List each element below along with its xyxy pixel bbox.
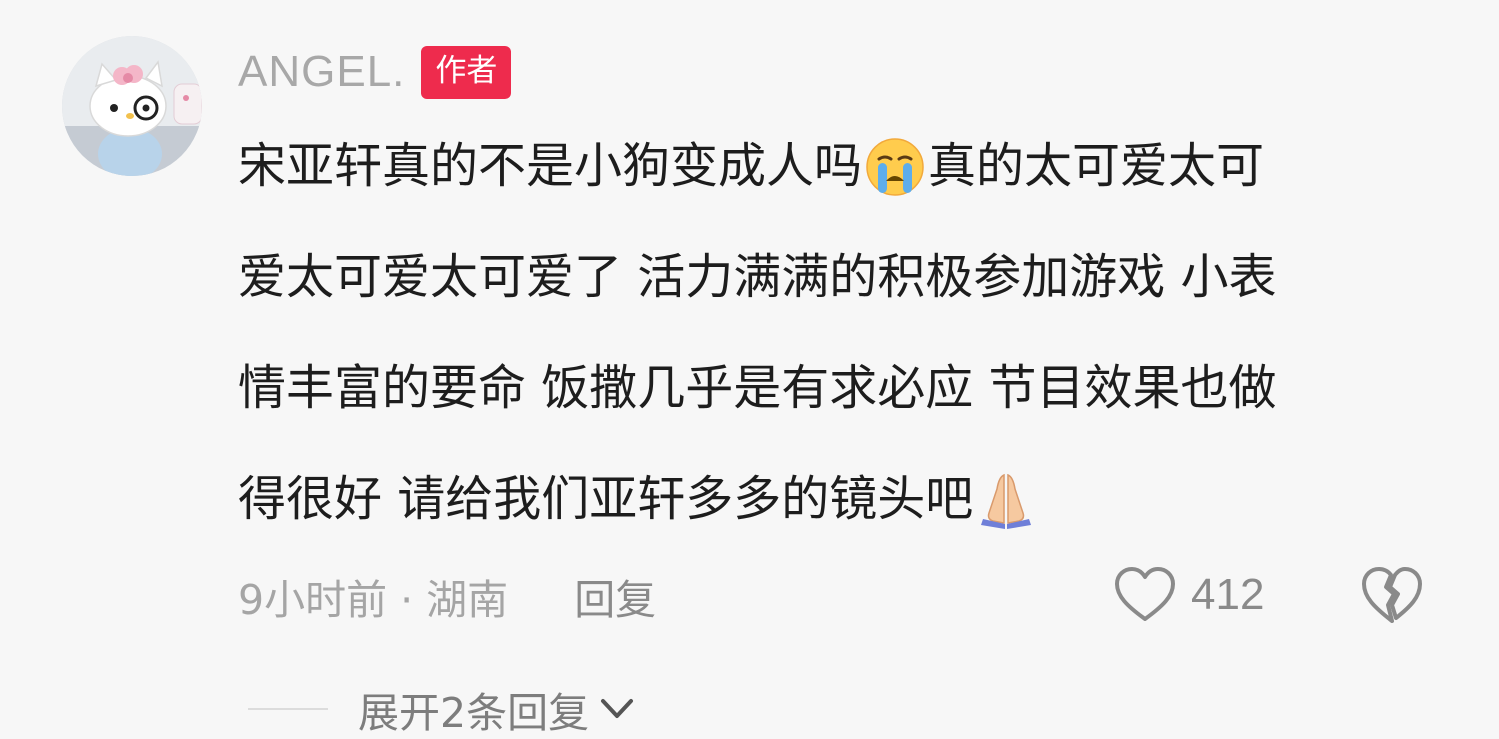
avatar[interactable] [62,36,202,176]
comment-body: 宋亚轩真的不是小狗变成人吗 真的太可爱太可 爱太可爱太可爱了 活力满满的积极参加… [238,130,1438,574]
username[interactable]: ANGEL. [238,50,405,94]
expand-replies-label: 展开2条回复 [358,689,590,737]
comment-line: 宋亚轩真的不是小狗变成人吗 真的太可爱太可 [238,130,1438,241]
expand-replies-button[interactable]: 展开2条回复 [248,684,637,737]
comment-text: 真的太可爱太可 [928,138,1265,194]
like-button[interactable]: 412 [1113,563,1264,627]
dislike-button[interactable] [1360,563,1424,627]
chevron-down-icon [601,699,634,718]
comment-text: 得很好 请给我们亚轩多多的镜头吧 [238,471,974,527]
comment-text: 爱太可爱太可爱了 活力满满的积极参加游戏 小表 [238,249,1277,305]
folded-hands-icon [975,469,1037,531]
heart-outline-icon [1115,567,1175,621]
timestamp-location: 9小时前 · 湖南 [238,576,509,624]
reply-button[interactable]: 回复 [574,566,656,626]
like-count: 412 [1191,570,1265,619]
comment-line: 情丰富的要命 饭撒几乎是有求必应 节目效果也做 [238,352,1438,463]
broken-heart-icon [1362,567,1422,623]
hello-kitty-avatar-image [62,36,202,176]
author-badge: 作者 [421,45,512,99]
comment-text: 宋亚轩真的不是小狗变成人吗 [238,138,863,194]
comment-meta: 9小时前 · 湖南 回复 [238,568,656,624]
comment-text: 情丰富的要命 饭撒几乎是有求必应 节目效果也做 [238,360,1277,416]
author-row: ANGEL. 作者 [238,44,512,100]
comment-line: 爱太可爱太可爱了 活力满满的积极参加游戏 小表 [238,241,1438,352]
comment-line: 得很好 请给我们亚轩多多的镜头吧 [238,463,1438,574]
divider [248,708,328,710]
crying-face-icon [864,136,926,198]
